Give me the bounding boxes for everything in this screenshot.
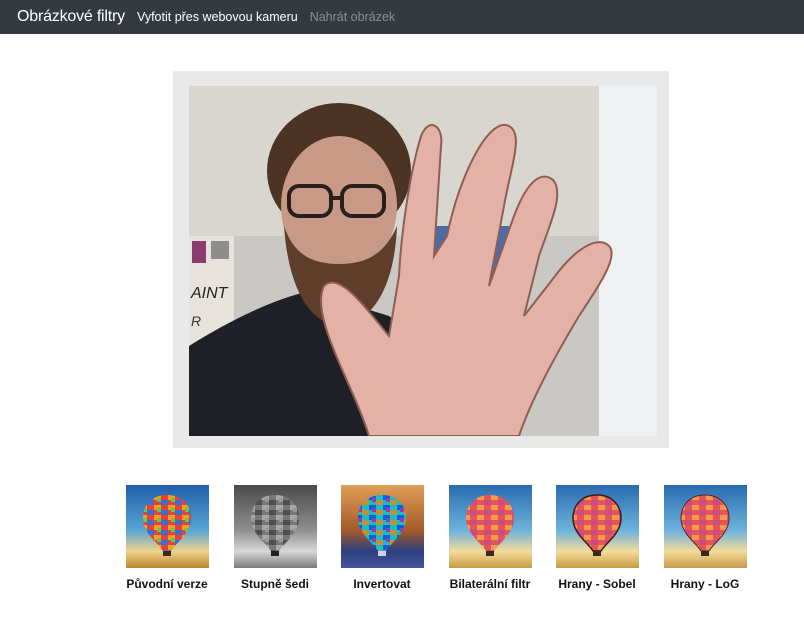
filter-log[interactable]: Hrany - LoG xyxy=(645,484,765,594)
filter-label: Hrany - LoG xyxy=(670,577,740,591)
svg-text:AINT: AINT xyxy=(190,285,229,302)
filter-sobel[interactable]: Hrany - Sobel xyxy=(537,484,657,594)
filter-thumbnail[interactable] xyxy=(664,485,747,568)
filter-label: Stupně šedi xyxy=(240,577,309,591)
filter-thumbnail[interactable] xyxy=(341,485,424,568)
filter-label: Původní verze xyxy=(126,577,208,591)
nav-link-webcam[interactable]: Vyfotit přes webovou kameru xyxy=(137,10,298,24)
filter-bilateral[interactable]: Bilaterální filtr xyxy=(430,484,550,594)
filter-thumbnail[interactable] xyxy=(126,485,209,568)
filter-label: Hrany - Sobel xyxy=(558,577,636,591)
filter-invert[interactable]: Invertovat xyxy=(322,484,442,594)
filter-thumbnail[interactable] xyxy=(449,485,532,568)
app-brand[interactable]: Obrázkové filtry xyxy=(17,8,125,26)
svg-text:R: R xyxy=(191,313,201,329)
filter-grayscale[interactable]: Stupně šedi xyxy=(215,484,335,594)
filter-label: Bilaterální filtr xyxy=(449,577,531,591)
nav-link-upload[interactable]: Nahrát obrázek xyxy=(310,10,395,24)
filter-original[interactable]: Původní verze xyxy=(107,484,227,594)
filter-thumbnail[interactable] xyxy=(234,485,317,568)
filter-thumbnail[interactable] xyxy=(556,485,639,568)
webcam-photo: AINT R xyxy=(189,86,657,436)
filter-label: Invertovat xyxy=(353,577,411,591)
filter-list: Původní verze Stupně šedi Invertovat Bil… xyxy=(0,484,804,594)
navbar: Obrázkové filtry Vyfotit přes webovou ka… xyxy=(0,0,804,34)
photo-frame: AINT R xyxy=(173,71,669,448)
